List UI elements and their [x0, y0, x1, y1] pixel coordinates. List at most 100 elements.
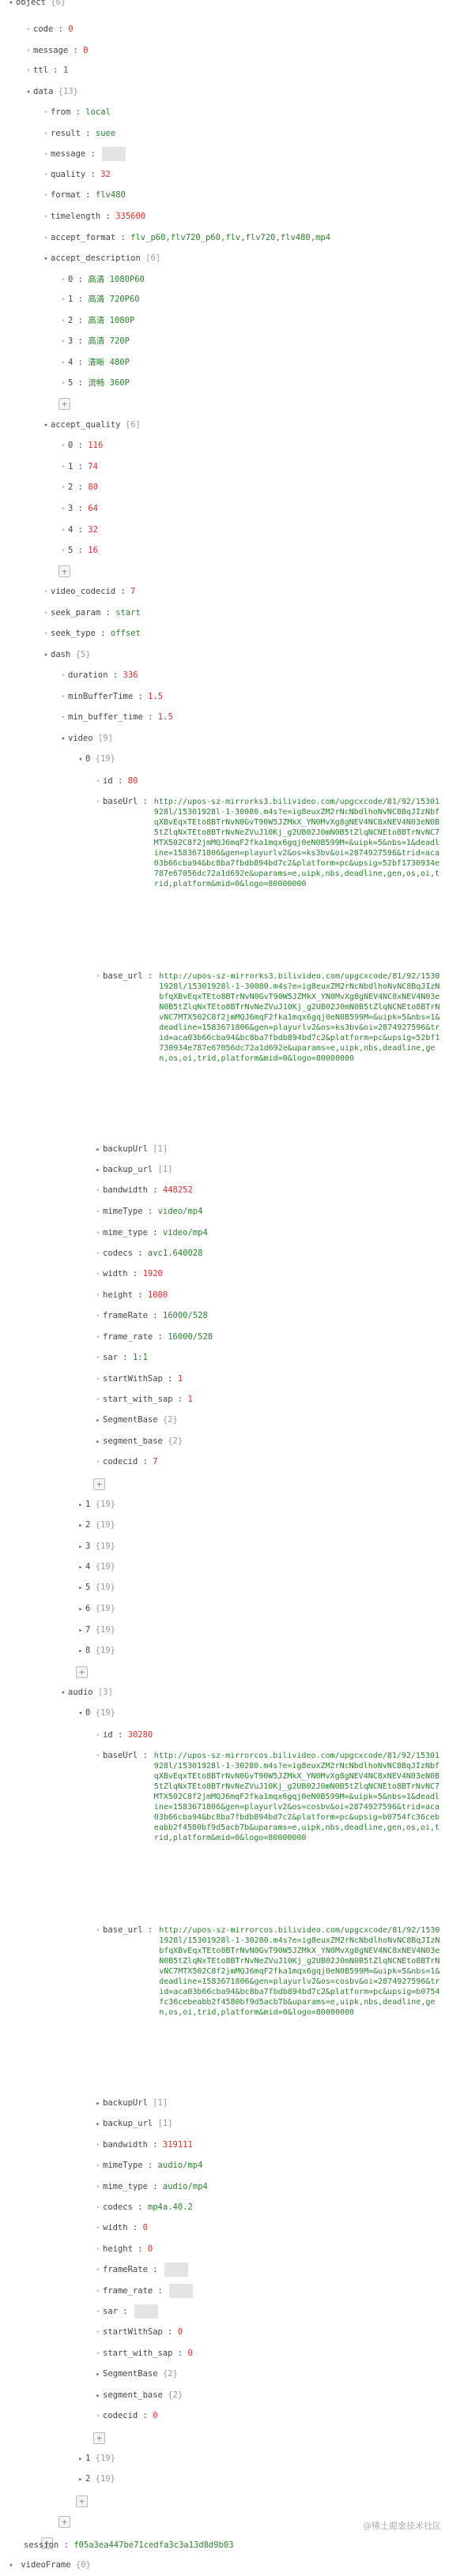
url-value[interactable]: http://upos-sz-mirrorcos.bilivideo.com/u…	[154, 1751, 443, 1843]
row-value[interactable]: 0	[187, 2349, 192, 2358]
chevron-right-icon[interactable]: ▸	[93, 1160, 103, 1181]
row-value[interactable]: 0	[148, 2244, 153, 2254]
row-value[interactable]: 高清 1080P	[88, 316, 134, 325]
row-value[interactable]: 高清 1080P60	[88, 275, 145, 284]
row-value[interactable]: offset	[111, 629, 141, 638]
chevron-right-icon[interactable]: ▸	[93, 2386, 103, 2406]
chevron-right-icon[interactable]: ▸	[93, 2364, 103, 2385]
row-value[interactable]: 7	[130, 587, 135, 596]
row-value[interactable]: 1	[63, 66, 68, 75]
tree-row: • codecid : 0	[93, 2405, 157, 2426]
chevron-down-icon[interactable]: ▾	[6, 0, 16, 13]
add-item-button[interactable]: +	[58, 565, 70, 577]
row-value[interactable]: 1:1	[133, 1353, 148, 1362]
row-value[interactable]: start	[115, 608, 141, 618]
add-item-button[interactable]: +	[58, 397, 70, 410]
chevron-right-icon[interactable]: ▸	[76, 2469, 85, 2490]
row-value[interactable]: 1.5	[158, 712, 173, 722]
row-value[interactable]: 32	[88, 525, 98, 535]
chevron-down-icon[interactable]: ▾	[58, 729, 68, 749]
row-value[interactable]: 336	[123, 670, 138, 680]
row-value[interactable]: 116	[88, 441, 103, 450]
row-value[interactable]: 1080	[148, 1290, 168, 1300]
row-value[interactable]: 1920	[143, 1269, 163, 1279]
chevron-right-icon[interactable]: ▸	[76, 1599, 85, 1620]
chevron-right-icon[interactable]: ▸	[76, 1515, 85, 1536]
row-value[interactable]: 0	[178, 2327, 183, 2337]
add-item-button[interactable]: +	[76, 1665, 88, 1678]
row-value[interactable]: 0	[83, 46, 88, 55]
row-value[interactable]: 高清 720P60	[88, 295, 139, 304]
row-value[interactable]: 74	[88, 462, 98, 471]
chevron-right-icon[interactable]: ▸	[76, 1495, 85, 1515]
chevron-down-icon[interactable]: ▾	[41, 249, 51, 269]
row-value[interactable]: 319111	[163, 2140, 193, 2150]
row-value[interactable]: 16	[88, 546, 98, 555]
chevron-right-icon[interactable]: ▸	[76, 1620, 85, 1641]
row-value[interactable]: 16000/528	[163, 1311, 208, 1320]
row-value[interactable]: 0	[143, 2223, 148, 2232]
row-value[interactable]: flv480	[96, 190, 126, 200]
row-value[interactable]: 1.5	[148, 692, 163, 701]
row-value[interactable]: suee	[96, 129, 115, 138]
row-value[interactable]: local	[85, 107, 111, 117]
row-value[interactable]: 清晰 480P	[88, 358, 130, 367]
chevron-right-icon[interactable]: ▸	[76, 1537, 85, 1557]
row-value[interactable]: f05a3ea447be71cedfa3c3a13d8d9b03	[74, 2540, 233, 2550]
row-value[interactable]: 80	[128, 776, 138, 786]
add-item-button[interactable]: +	[58, 2515, 70, 2528]
chevron-down-icon[interactable]: ▾	[24, 82, 33, 103]
url-value[interactable]: http://upos-sz-mirrorcos.bilivideo.com/u…	[159, 1925, 443, 2018]
chevron-down-icon[interactable]: ▾	[41, 645, 51, 666]
chevron-right-icon[interactable]: ▸	[93, 2093, 103, 2114]
row-value[interactable]: 7	[153, 1457, 157, 1466]
chevron-down-icon[interactable]: ▾	[76, 1703, 85, 1724]
row-value[interactable]: mp4a.40.2	[148, 2202, 193, 2212]
url-value[interactable]: http://upos-sz-mirrorks3.bilivideo.com/u…	[154, 797, 443, 889]
chevron-right-icon[interactable]: ▸	[93, 1432, 103, 1452]
url-value[interactable]: http://upos-sz-mirrorks3.bilivideo.com/u…	[159, 971, 443, 1064]
bullet-spacer: •	[43, 235, 48, 242]
row-value[interactable]: avc1.640028	[148, 1249, 203, 1258]
row-value[interactable]: 32	[100, 170, 111, 179]
row-colon: :	[172, 2349, 188, 2358]
row-value[interactable]: 335600	[115, 212, 145, 221]
empty-value[interactable]	[134, 2304, 158, 2319]
row-value[interactable]: audio/mp4	[158, 2161, 203, 2170]
chevron-right-icon[interactable]: ▸	[76, 2449, 85, 2469]
row-value[interactable]: audio/mp4	[163, 2182, 208, 2191]
row-value[interactable]: 30280	[128, 1730, 153, 1740]
row-value[interactable]: 80	[88, 483, 98, 492]
chevron-right-icon[interactable]: ▸	[76, 1578, 85, 1598]
chevron-down-icon[interactable]: ▾	[41, 415, 51, 436]
row-value[interactable]: 1	[187, 1395, 192, 1404]
row-value[interactable]: 0	[68, 24, 73, 34]
row-value[interactable]: 0	[153, 2411, 157, 2420]
row-value[interactable]: 64	[88, 504, 98, 513]
chevron-down-icon[interactable]: ▾	[58, 1683, 68, 1703]
row-value[interactable]: 1	[178, 1374, 183, 1384]
row-value[interactable]: video/mp4	[158, 1207, 203, 1216]
chevron-down-icon[interactable]: ▾	[6, 2555, 16, 2576]
add-item-button[interactable]: +	[93, 2431, 105, 2444]
row-value[interactable]: 16000/528	[168, 1332, 213, 1342]
chevron-right-icon[interactable]: ▸	[76, 1557, 85, 1578]
empty-value[interactable]	[164, 2262, 188, 2277]
chevron-down-icon[interactable]: ▾	[76, 749, 85, 770]
row-value[interactable]: 高清 720P	[88, 336, 130, 346]
bullet-spacer: •	[43, 151, 48, 159]
chevron-right-icon[interactable]: ▸	[93, 1140, 103, 1160]
add-item-button[interactable]: +	[76, 2495, 88, 2507]
row-value[interactable]: 流畅 360P	[88, 378, 130, 388]
chevron-right-icon[interactable]: ▸	[93, 2114, 103, 2135]
empty-value[interactable]	[169, 2284, 194, 2298]
chevron-right-icon[interactable]: ▸	[76, 1641, 85, 1662]
bullet-spacer: •	[61, 338, 66, 346]
row-key: video_codecid	[51, 587, 116, 596]
row-value[interactable]: video/mp4	[163, 1228, 208, 1237]
chevron-right-icon[interactable]: ▸	[93, 1410, 103, 1431]
row-value[interactable]: flv_p60,flv720_p60,flv,flv720,flv480,mp4	[130, 233, 330, 242]
add-item-button[interactable]: +	[93, 1478, 105, 1490]
row-value[interactable]: 448252	[163, 1185, 193, 1195]
empty-value[interactable]	[102, 147, 126, 161]
